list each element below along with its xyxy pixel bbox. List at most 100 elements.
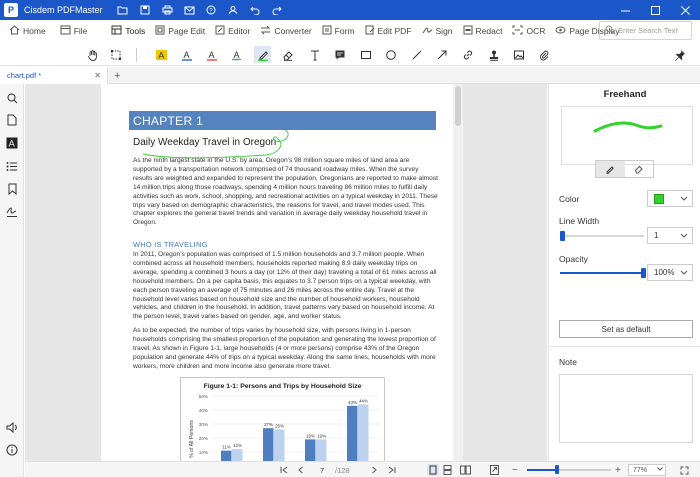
line-icon[interactable]	[408, 46, 425, 63]
ellipse-icon[interactable]	[382, 46, 399, 63]
redact-tab[interactable]: Redact	[458, 20, 508, 42]
outline-icon[interactable]	[4, 158, 20, 174]
pen-mode-icon[interactable]	[596, 161, 625, 177]
sign-tab[interactable]: Sign	[417, 20, 458, 42]
color-label: Color	[559, 194, 580, 204]
strikethrough-text-icon[interactable]: A	[203, 46, 220, 63]
eraser-icon[interactable]	[279, 46, 296, 63]
note-textarea[interactable]	[559, 374, 693, 443]
converter-icon	[260, 25, 271, 38]
opacity-select[interactable]: 100%	[647, 264, 693, 281]
underline-text-icon[interactable]: A	[178, 46, 195, 63]
hand-tool-icon[interactable]	[84, 46, 101, 63]
two-page-view-icon[interactable]	[460, 464, 471, 476]
search-panel-icon[interactable]	[4, 90, 20, 106]
first-page-icon[interactable]	[280, 464, 288, 476]
highlight-text-icon[interactable]: A	[153, 46, 170, 63]
pdf-page[interactable]: CHAPTER 1 Daily Weekday Travel in Oregon…	[101, 84, 463, 461]
attachment-icon[interactable]	[535, 46, 552, 63]
document-tab[interactable]: chart.pdf * ✕	[0, 67, 108, 84]
zoom-slider-knob[interactable]	[555, 465, 560, 474]
set-as-default-button[interactable]: Set as default	[559, 320, 693, 338]
close-tab-icon[interactable]: ✕	[94, 71, 101, 80]
mail-icon[interactable]	[183, 5, 196, 16]
svg-text:A: A	[183, 50, 189, 60]
close-window-icon[interactable]	[670, 0, 700, 20]
audio-icon[interactable]	[4, 419, 20, 435]
comment-icon[interactable]	[331, 46, 348, 63]
converter-tab[interactable]: Converter	[255, 20, 316, 42]
help-icon[interactable]: ?	[205, 5, 218, 16]
bookmark-icon[interactable]	[4, 181, 20, 197]
editor-tab[interactable]: Editor	[210, 20, 255, 42]
line-width-slider-knob[interactable]	[560, 231, 565, 241]
annotation-toolbar: A A A A	[0, 43, 700, 66]
ocr-label: OCR	[526, 26, 546, 36]
scrollbar-thumb[interactable]	[455, 86, 461, 126]
zoom-select[interactable]: 77%	[628, 464, 666, 476]
page-edit-tab[interactable]: Page Edit	[150, 20, 210, 42]
color-picker[interactable]	[647, 190, 693, 207]
redo-icon[interactable]	[271, 5, 284, 16]
document-viewer[interactable]: CHAPTER 1 Daily Weekday Travel in Oregon…	[25, 84, 547, 461]
save-icon[interactable]	[139, 5, 152, 16]
zoom-in-icon[interactable]: +	[615, 464, 621, 476]
eraser-mode-icon[interactable]	[625, 161, 654, 177]
new-tab-icon[interactable]: +	[114, 67, 120, 84]
minimize-icon[interactable]	[610, 0, 640, 20]
opacity-slider-knob[interactable]	[641, 268, 646, 278]
print-icon[interactable]	[161, 5, 174, 16]
maximize-icon[interactable]	[640, 0, 670, 20]
link-icon[interactable]	[459, 46, 476, 63]
info-icon[interactable]	[4, 442, 20, 458]
edit-pdf-tab[interactable]: Edit PDF	[360, 20, 417, 42]
home-button[interactable]: Home	[4, 20, 51, 42]
bar-data-label: 19%	[306, 433, 315, 438]
app-title: Cisdem PDFMaster	[24, 5, 103, 15]
freehand-pen-icon[interactable]	[254, 46, 271, 63]
line-width-select[interactable]: 1	[647, 227, 693, 244]
single-page-view-icon[interactable]	[427, 464, 439, 476]
left-sidebar: A	[0, 84, 24, 477]
squiggly-text-icon[interactable]: A	[228, 46, 245, 63]
open-folder-icon[interactable]	[117, 5, 130, 16]
ocr-tab[interactable]: OCR	[507, 20, 550, 42]
figure-chart: Figure 1-1: Persons and Trips by Househo…	[180, 377, 385, 461]
status-bar: 7 /128 − + 77%	[25, 461, 700, 477]
select-area-icon[interactable]	[107, 46, 124, 63]
continuous-view-icon[interactable]	[443, 464, 452, 476]
page-scrollbar[interactable]	[453, 84, 463, 461]
previous-page-icon[interactable]	[297, 464, 304, 476]
bar-data-label: 27%	[264, 422, 273, 427]
current-page-input[interactable]: 7	[320, 464, 324, 476]
annotations-panel-icon[interactable]: A	[4, 135, 20, 151]
search-box[interactable]	[599, 21, 692, 40]
next-page-icon[interactable]	[371, 464, 378, 476]
rectangle-icon[interactable]	[357, 46, 374, 63]
opacity-slider[interactable]	[560, 268, 646, 278]
tools-label: Tools	[125, 26, 146, 36]
y-tick-label: 20%	[199, 436, 208, 441]
file-button[interactable]: File	[55, 20, 93, 42]
line-width-slider[interactable]	[560, 231, 644, 241]
pen-eraser-toggle[interactable]	[595, 160, 654, 178]
arrow-icon[interactable]	[433, 46, 450, 63]
form-tab[interactable]: Form	[317, 20, 360, 42]
user-icon[interactable]	[227, 5, 240, 16]
fit-page-icon[interactable]	[490, 464, 499, 476]
image-icon[interactable]	[510, 46, 527, 63]
tools-tab[interactable]: Tools	[106, 20, 150, 42]
pin-icon[interactable]	[671, 46, 688, 63]
fullscreen-icon[interactable]	[680, 464, 689, 476]
text-box-icon[interactable]	[306, 46, 323, 63]
stamp-icon[interactable]	[485, 46, 502, 63]
zoom-slider[interactable]	[527, 465, 611, 474]
zoom-out-icon[interactable]: −	[512, 464, 518, 476]
bar-chart: 50%40%30%20%10%0%% of All Persons11%12%2…	[189, 394, 379, 461]
last-page-icon[interactable]	[388, 464, 396, 476]
search-input[interactable]	[618, 26, 688, 35]
thumbnails-icon[interactable]	[4, 112, 20, 128]
bar-data-label: 12%	[233, 443, 242, 448]
undo-icon[interactable]	[249, 5, 262, 16]
signature-panel-icon[interactable]	[4, 204, 20, 220]
